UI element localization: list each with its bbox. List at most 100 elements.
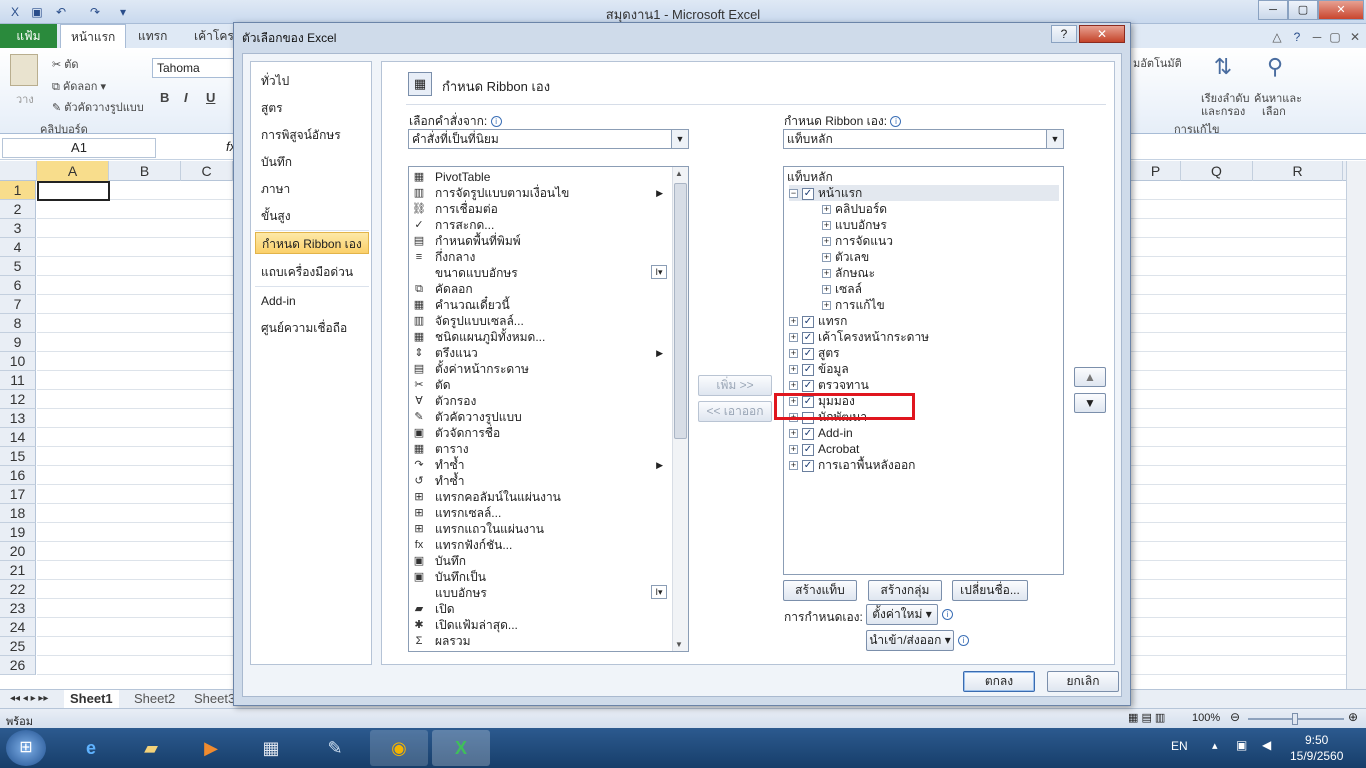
row-header[interactable]: 22 [0, 580, 36, 599]
internet-explorer-icon[interactable]: e [62, 730, 120, 766]
nav-item[interactable]: ภาษา [255, 178, 369, 200]
commands-list[interactable]: ▦ PivotTable ▥ การจัดรูปแบบตามเงื่อนไข ▶ ⛓ การ… [408, 166, 689, 652]
tree-node[interactable]: + คลิปบอร์ด [822, 201, 887, 217]
command-item[interactable]: ⧉ คัดลอก [409, 281, 671, 297]
zoom-in-icon[interactable]: ⊕ [1348, 710, 1358, 724]
row-header[interactable]: 13 [0, 409, 36, 428]
row-header[interactable]: 1 [0, 181, 36, 200]
command-item[interactable]: ↷ ทำซ้ำ ▶ [409, 457, 671, 473]
row-header[interactable]: 12 [0, 390, 36, 409]
command-item[interactable]: ▣ ตัวจัดการชื่อ [409, 425, 671, 441]
row-header[interactable]: 16 [0, 466, 36, 485]
select-all-corner[interactable] [0, 161, 37, 181]
commands-list-scrollbar[interactable]: ▲ ▼ [672, 167, 688, 651]
tab-insert[interactable]: แทรก [128, 24, 177, 48]
expand-icon[interactable]: + [789, 349, 798, 359]
column-header-p[interactable]: P [1131, 161, 1181, 181]
command-item[interactable]: ▥ การจัดรูปแบบตามเงื่อนไข ▶ [409, 185, 671, 201]
command-item[interactable]: ▤ กำหนดพื้นที่พิมพ์ [409, 233, 671, 249]
command-item[interactable]: fx แทรกฟังก์ชัน... [409, 537, 671, 553]
file-explorer-icon[interactable]: ▰ [122, 730, 180, 766]
tree-node[interactable]: + เซลล์ [822, 281, 862, 297]
clock-time[interactable]: 9:50 [1305, 733, 1328, 747]
row-header[interactable]: 24 [0, 618, 36, 637]
collapse-icon[interactable]: − [789, 189, 798, 199]
commands-scroll-thumb[interactable] [674, 183, 687, 439]
tab-checkbox[interactable]: ✓ [802, 363, 814, 376]
language-indicator[interactable]: EN [1171, 739, 1188, 753]
nav-item[interactable]: ทั่วไป [255, 70, 369, 92]
row-header[interactable]: 5 [0, 257, 36, 276]
row-header[interactable]: 19 [0, 523, 36, 542]
network-icon[interactable]: ▣ [1236, 738, 1247, 752]
tree-node[interactable]: + ✓ Add-in [789, 425, 853, 441]
ribbon-minimize-icon[interactable]: △ [1268, 28, 1286, 46]
tree-node[interactable]: + ✓ การเอาพื้นหลังออก [789, 457, 915, 473]
zoom-level[interactable]: 100% [1192, 712, 1220, 724]
import-export-button[interactable]: นำเข้า/ส่งออก ▾ [866, 630, 954, 651]
expand-icon[interactable]: + [822, 237, 831, 247]
command-item[interactable]: ↺ ทำซ้ำ [409, 473, 671, 489]
tab-checkbox[interactable]: ✓ [802, 347, 814, 360]
row-header[interactable]: 18 [0, 504, 36, 523]
tab-checkbox[interactable]: ✓ [802, 443, 814, 456]
add-button[interactable]: เพิ่ม >> [698, 375, 772, 396]
vertical-scrollbar[interactable] [1346, 161, 1366, 689]
tree-node[interactable]: + ✓ Acrobat [789, 441, 859, 457]
row-header[interactable]: 17 [0, 485, 36, 504]
command-item[interactable]: แบบอักษร I▾ [409, 585, 671, 601]
dialog-close-button[interactable]: ✕ [1079, 25, 1125, 43]
font-name-box[interactable]: Tahoma [152, 58, 234, 78]
expand-icon[interactable]: + [789, 445, 798, 455]
tree-node[interactable]: + ตัวเลข [822, 249, 869, 265]
expand-icon[interactable]: + [789, 333, 798, 343]
command-item[interactable]: ▦ ตาราง [409, 441, 671, 457]
command-item[interactable]: ✂ ตัด [409, 377, 671, 393]
expand-icon[interactable]: + [822, 301, 831, 311]
italic-button[interactable]: I [184, 90, 188, 105]
tab-home[interactable]: หน้าแรก [60, 24, 127, 48]
wb-restore-icon[interactable]: ▢ [1326, 28, 1344, 46]
tree-node[interactable]: + แบบอักษร [822, 217, 887, 233]
wb-minimize-icon[interactable]: ─ [1308, 28, 1326, 46]
expand-icon[interactable]: + [822, 269, 831, 279]
tree-node[interactable]: + ลักษณะ [822, 265, 875, 281]
start-button-icon[interactable]: ⊞ [6, 730, 46, 766]
tree-node[interactable]: − ✓ หน้าแรก [789, 185, 1059, 201]
paste-icon[interactable] [10, 54, 38, 86]
expand-icon[interactable]: + [822, 253, 831, 263]
nav-item[interactable]: Add-in [255, 290, 369, 312]
cut-button[interactable]: ✂ ตัด [52, 55, 79, 73]
active-cell-a1[interactable] [37, 181, 110, 201]
column-header-b[interactable]: B [109, 161, 181, 181]
nav-item[interactable]: แถบเครื่องมือด่วน [255, 261, 369, 283]
row-header[interactable]: 8 [0, 314, 36, 333]
copy-button[interactable]: ⧉ คัดลอก ▾ [52, 77, 106, 95]
column-header-a[interactable]: A [37, 161, 109, 181]
reset-button[interactable]: ตั้งค่าใหม่ ▾ [866, 604, 938, 625]
command-item[interactable]: ≡ กึ่งกลาง [409, 249, 671, 265]
tab-checkbox[interactable]: ✓ [802, 459, 814, 472]
column-header-r[interactable]: R [1253, 161, 1343, 181]
command-item[interactable]: ⛓ การเชื่อมต่อ [409, 201, 671, 217]
tab-checkbox[interactable]: ✓ [802, 331, 814, 344]
sheet-tab-1[interactable]: Sheet1 [64, 690, 119, 708]
sheet-tab-2[interactable]: Sheet2 [128, 690, 181, 708]
chrome-icon[interactable]: ◉ [370, 730, 428, 766]
find-label-2[interactable]: เลือก [1262, 102, 1286, 120]
autosum-button[interactable]: มอัตโนมัติ [1133, 54, 1182, 72]
command-item[interactable]: ⊞ แทรกคอลัมน์ในแผ่นงาน [409, 489, 671, 505]
name-box[interactable]: A1 [2, 138, 156, 158]
command-item[interactable]: ▰ เปิด [409, 601, 671, 617]
expand-icon[interactable]: + [789, 381, 798, 391]
tab-checkbox[interactable]: ✓ [802, 427, 814, 440]
expand-icon[interactable]: + [789, 365, 798, 375]
nav-item[interactable]: การพิสูจน์อักษร [255, 124, 369, 146]
tree-node[interactable]: + ✓ สูตร [789, 345, 840, 361]
command-item[interactable]: ▣ บันทึก [409, 553, 671, 569]
command-item[interactable]: ▦ คำนวณเดี๋ยวนี้ [409, 297, 671, 313]
row-header[interactable]: 21 [0, 561, 36, 580]
tree-node[interactable]: + การจัดแนว [822, 233, 893, 249]
row-header[interactable]: 11 [0, 371, 36, 390]
format-painter-button[interactable]: ✎ ตัวคัดวางรูปแบบ [52, 98, 144, 116]
